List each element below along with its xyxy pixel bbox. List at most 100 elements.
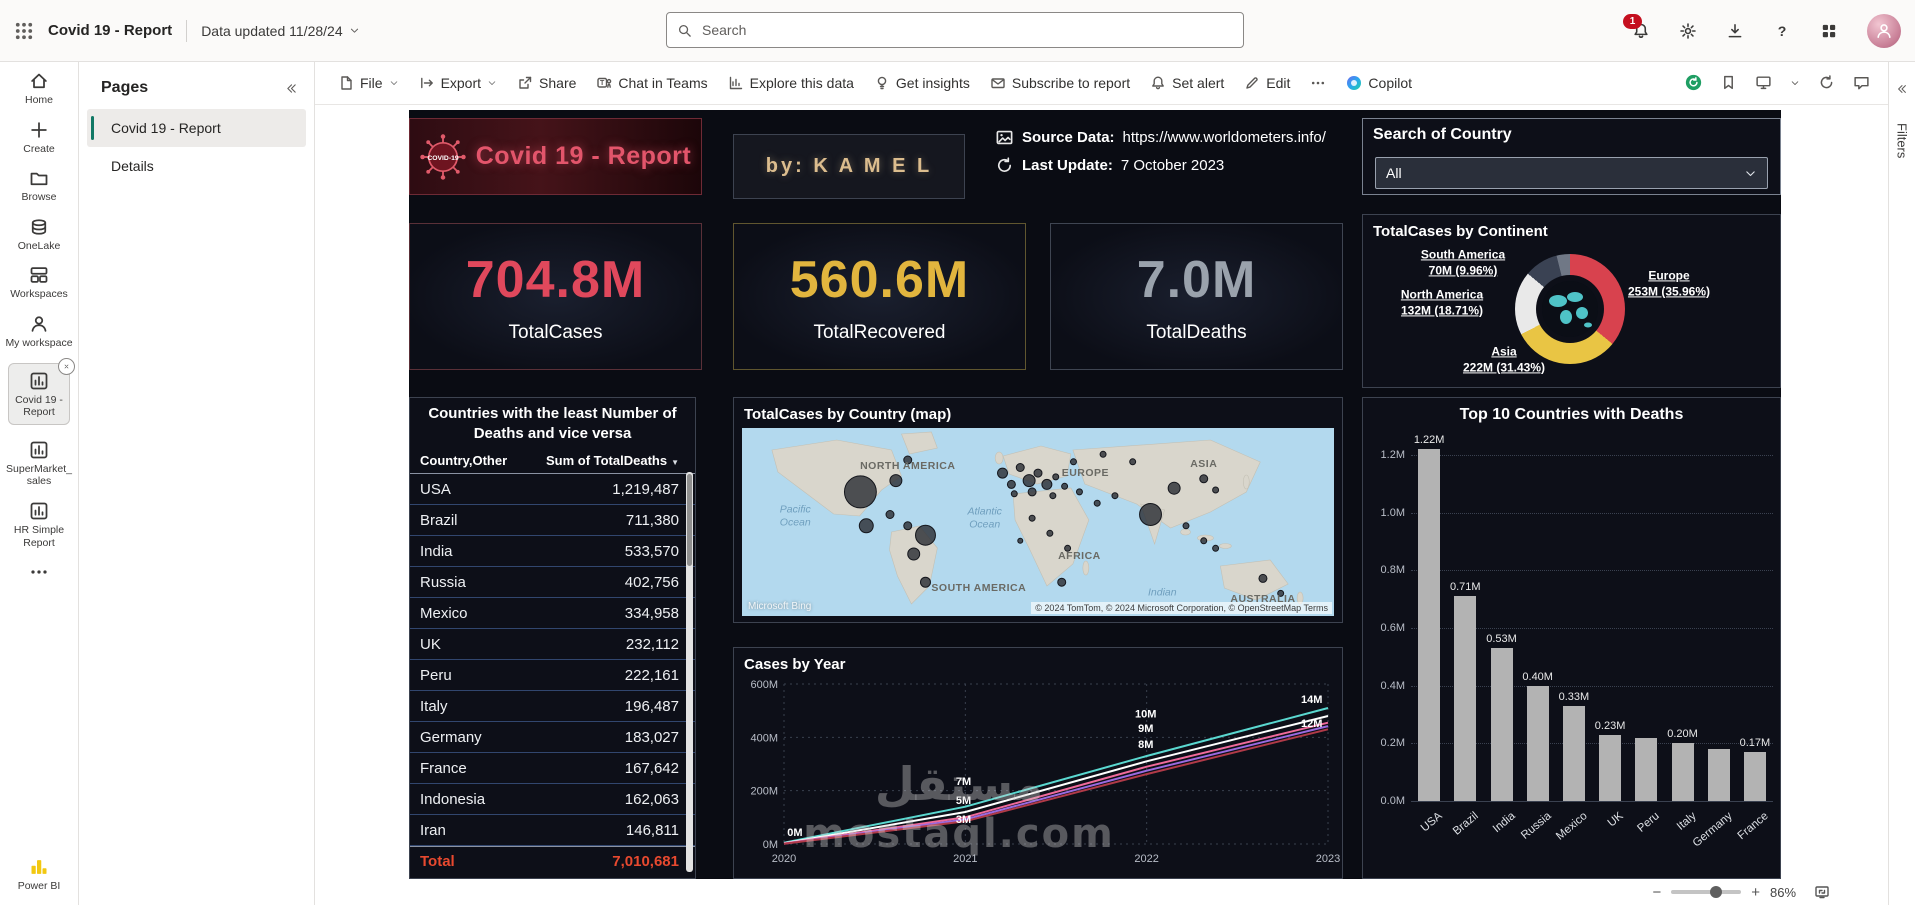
bookmarks-icon[interactable] [1720,74,1737,91]
table-row-peru[interactable]: Peru 222,161 [410,660,695,691]
toolbar-share-button[interactable]: Share [508,67,585,99]
source-url[interactable]: https://www.worldometers.info/ [1123,129,1326,146]
chart-title: TotalCases by Country (map) [744,406,952,423]
bar-usa[interactable] [1418,449,1441,801]
toolbar-export-button[interactable]: Export [410,67,506,99]
view-chevron-icon[interactable] [1790,78,1800,88]
table-row-usa[interactable]: USA 1,219,487 [410,474,695,505]
country-dropdown[interactable]: All [1375,157,1768,189]
country-search-panel: Search of Country All [1362,118,1781,195]
copilot-icon [1346,75,1362,91]
table-row-italy[interactable]: Italy 196,487 [410,691,695,722]
rail-item-covid-19-report[interactable]: Covid 19 - Report [8,357,75,425]
settings-icon[interactable] [1679,22,1697,40]
column-country[interactable]: Country,Other [420,453,507,468]
ocean-label-pacific-ocean: Pacific Ocean [779,503,811,529]
y-tick: 0.2M [1380,737,1405,750]
rail-item-my-workspace[interactable]: My workspace [2,314,76,350]
table-header[interactable]: Country,Other Sum of TotalDeaths ▼ [410,447,695,474]
rail-item-supermarket-sales[interactable]: SuperMarket_sales [2,440,76,488]
bar-russia[interactable] [1526,685,1549,801]
bar-france[interactable] [1743,751,1766,801]
close-icon[interactable] [58,357,75,375]
canvas-host: COVID-19 Covid 19 - Report by: K A M E L… [315,105,1888,905]
sync-status-icon[interactable] [1685,74,1702,91]
powerbi-app-switcher[interactable]: Power BI [18,857,60,893]
bar-chart[interactable]: 1.22M 0.71M 0.53M 0.40M 0.33M 0.23M 0.20M 0.17M [1411,434,1773,802]
toolbar-explore-this-data-button[interactable]: Explore this data [719,67,863,99]
bar-india[interactable] [1490,648,1513,801]
world-map[interactable]: NORTH AMERICA EUROPE ASIA AFRICA SOUTH AMERI… [742,428,1334,616]
rail-item-more[interactable] [2,562,76,582]
apps-icon[interactable] [1820,22,1838,40]
bar-label: 0.17M [1739,736,1771,749]
chevron-down-icon [487,78,497,88]
line-chart[interactable]: 0M 200M 400M 600M 2020 2021 2022 2023 0M 3M 5M 7M 8M… [734,674,1342,878]
comments-icon[interactable] [1853,74,1870,91]
bar-label: 0.71M [1450,581,1481,594]
help-icon[interactable]: ? [1773,22,1791,40]
fit-to-page-icon[interactable] [1814,884,1830,900]
bar-brazil[interactable] [1454,596,1477,801]
bar-peru[interactable] [1635,737,1658,801]
collapse-pages-icon[interactable] [285,82,298,95]
bar-mexico[interactable] [1562,705,1585,801]
x-label-mexico: Mexico [1553,810,1590,843]
bar-uk[interactable] [1599,734,1622,801]
filters-label[interactable]: Filters [1895,123,1910,158]
expand-filters-icon[interactable] [1896,83,1908,95]
table-row-germany[interactable]: Germany 183,027 [410,722,695,753]
zoom-in-button[interactable]: + [1751,885,1760,900]
table-row-india[interactable]: India 533,570 [410,536,695,567]
rail-item-hr-simple-report[interactable]: HR Simple Report [2,501,76,549]
table-scrollbar[interactable] [686,472,693,872]
bar-germany[interactable] [1707,749,1730,801]
toolbar-file-button[interactable]: File [329,67,408,99]
table-row-mexico[interactable]: Mexico 334,958 [410,598,695,629]
svg-text:2023: 2023 [1316,853,1340,865]
zoom-level: 86% [1770,884,1797,900]
column-deaths[interactable]: Sum of TotalDeaths ▼ [546,453,679,468]
zoom-slider[interactable] [1671,886,1742,898]
source-label: Source Data: [1022,129,1115,146]
data-updated-menu[interactable]: Data updated 11/28/24 [201,23,359,39]
divider [186,19,188,42]
table-row-indonesia[interactable]: Indonesia 162,063 [410,784,695,815]
rail-item-browse[interactable]: Browse [2,168,76,204]
svg-text:0M: 0M [763,839,778,851]
toolbar-edit-button[interactable]: Edit [1235,67,1299,99]
search-input[interactable] [700,21,1233,39]
toolbar-get-insights-button[interactable]: Get insights [865,67,979,99]
x-label-germany: Germany [1690,810,1735,850]
rail-item-create[interactable]: Create [2,120,76,156]
zoom-slider-thumb[interactable] [1709,886,1722,898]
kpi-value: 704.8M [465,250,646,309]
page-item-1[interactable]: Covid 19 - Report [87,109,306,147]
page-item-2[interactable]: Details [87,147,306,185]
table-row-france[interactable]: France 167,642 [410,753,695,784]
zoom-out-button[interactable]: − [1652,885,1661,900]
waffle-menu-icon[interactable] [14,21,34,41]
bar-italy[interactable] [1671,743,1694,801]
toolbar-chat-in-teams-button[interactable]: T Chat in Teams [587,67,716,99]
global-search[interactable] [666,12,1244,48]
home-icon [29,71,49,91]
rail-item-home[interactable]: Home [2,71,76,107]
table-row-iran[interactable]: Iran 146,811 [410,815,695,846]
view-options-icon[interactable] [1755,74,1772,91]
download-icon[interactable] [1726,22,1744,40]
toolbar-set-alert-button[interactable]: Set alert [1141,67,1233,99]
toolbar-subscribe-to-report-button[interactable]: Subscribe to report [981,67,1139,99]
user-avatar[interactable] [1867,13,1901,48]
rail-item-workspaces[interactable]: Workspaces [2,265,76,301]
more-icon [1310,75,1326,91]
svg-text:2020: 2020 [772,853,796,865]
toolbar-more-button[interactable] [1301,67,1335,99]
toolbar-copilot-button[interactable]: Copilot [1337,67,1421,99]
table-row-brazil[interactable]: Brazil 711,380 [410,505,695,536]
table-row-uk[interactable]: UK 232,112 [410,629,695,660]
refresh-visuals-icon[interactable] [1818,74,1835,91]
table-row-russia[interactable]: Russia 402,756 [410,567,695,598]
top-header: Covid 19 - Report Data updated 11/28/24 … [0,0,1915,62]
rail-item-onelake[interactable]: OneLake [2,217,76,253]
